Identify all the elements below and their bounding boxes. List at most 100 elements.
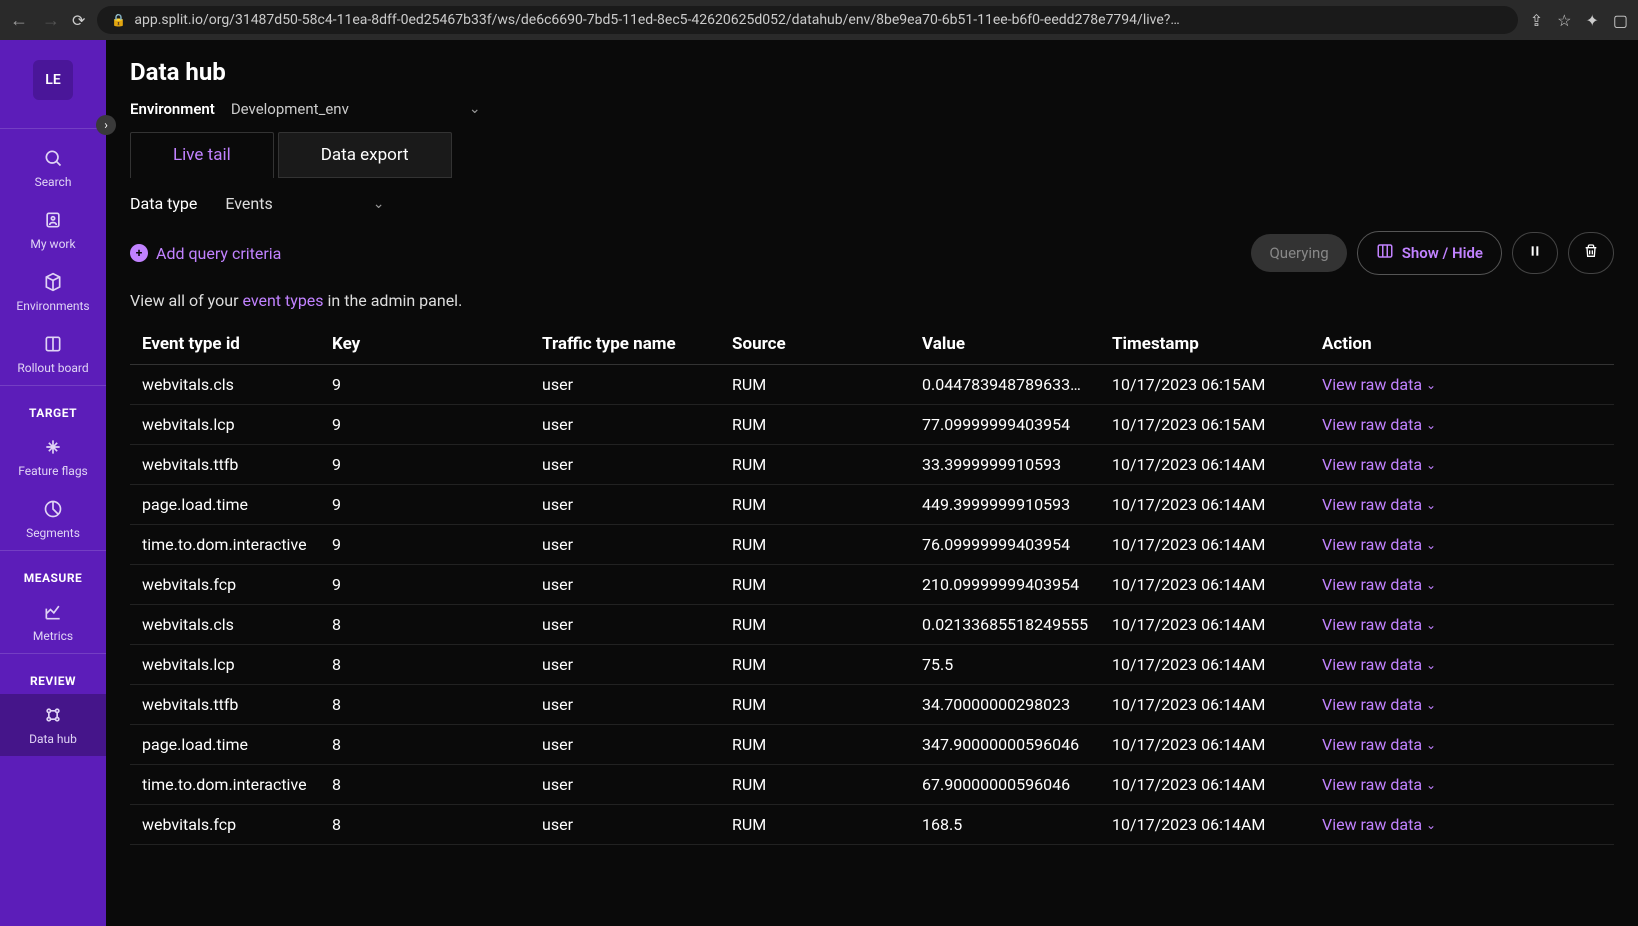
- cell-traffic: user: [542, 615, 732, 634]
- cell-value: 168.5: [922, 815, 1112, 834]
- extension-icon[interactable]: ✦: [1585, 11, 1598, 30]
- cell-event-type: webvitals.cls: [142, 375, 332, 394]
- cell-traffic: user: [542, 575, 732, 594]
- sidebar-item-label: Feature flags: [18, 464, 88, 478]
- pie-icon: [42, 498, 64, 520]
- cell-value: 33.3999999910593: [922, 455, 1112, 474]
- search-icon: [42, 147, 64, 169]
- sidebar-item-label: Environments: [16, 299, 89, 313]
- table-row: webvitals.ttfb 8 user RUM 34.70000000298…: [130, 685, 1614, 725]
- forward-button[interactable]: →: [42, 10, 60, 31]
- th-action: Action: [1322, 334, 1602, 354]
- sidebar-item-search[interactable]: Search: [0, 137, 106, 199]
- action-label: View raw data: [1322, 695, 1422, 714]
- sidebar: › LE Search My work Environments: [0, 40, 106, 926]
- window-icon[interactable]: ▢: [1613, 11, 1628, 30]
- pause-button[interactable]: [1512, 232, 1558, 274]
- chevron-down-icon: ⌄: [1426, 458, 1436, 472]
- sidebar-item-metrics[interactable]: Metrics: [0, 591, 106, 653]
- action-label: View raw data: [1322, 735, 1422, 754]
- cell-value: 0.044783948789633…: [922, 375, 1112, 394]
- sidebar-item-label: Metrics: [33, 629, 73, 643]
- sidebar-item-label: Search: [35, 175, 72, 189]
- clear-button[interactable]: [1568, 232, 1614, 274]
- sidebar-item-environments[interactable]: Environments: [0, 261, 106, 323]
- cell-event-type: webvitals.cls: [142, 615, 332, 634]
- view-raw-data-link[interactable]: View raw data ⌄: [1322, 815, 1602, 834]
- show-hide-button[interactable]: Show / Hide: [1357, 231, 1502, 275]
- cell-timestamp: 10/17/2023 06:14AM: [1112, 535, 1322, 554]
- sidebar-section-review: REVIEW: [30, 662, 76, 694]
- table-header-row: Event type id Key Traffic type name Sour…: [130, 324, 1614, 365]
- sidebar-item-flags[interactable]: Feature flags: [0, 426, 106, 488]
- browser-chrome: ← → ⟳ 🔒 app.split.io/org/31487d50-58c4-1…: [0, 0, 1638, 40]
- board-icon: [42, 333, 64, 355]
- sidebar-item-label: My work: [30, 237, 75, 251]
- cell-event-type: time.to.dom.interactive: [142, 535, 332, 554]
- environment-value: Development_env: [231, 100, 349, 118]
- cell-value: 67.90000000596046: [922, 775, 1112, 794]
- tab-data-export[interactable]: Data export: [278, 132, 452, 178]
- action-label: View raw data: [1322, 535, 1422, 554]
- divider: [0, 550, 106, 551]
- cell-key: 8: [332, 735, 542, 754]
- action-label: View raw data: [1322, 375, 1422, 394]
- org-badge[interactable]: LE: [33, 60, 73, 100]
- back-button[interactable]: ←: [10, 10, 28, 31]
- cell-source: RUM: [732, 695, 922, 714]
- url-bar[interactable]: 🔒 app.split.io/org/31487d50-58c4-11ea-8d…: [97, 6, 1517, 34]
- event-types-link[interactable]: event types: [242, 291, 323, 310]
- action-label: View raw data: [1322, 575, 1422, 594]
- cell-key: 9: [332, 375, 542, 394]
- add-criteria-button[interactable]: + Add query criteria: [130, 244, 281, 263]
- page-title: Data hub: [130, 58, 1614, 86]
- view-raw-data-link[interactable]: View raw data ⌄: [1322, 375, 1602, 394]
- datatype-select[interactable]: Events ⌄: [225, 194, 384, 213]
- view-raw-data-link[interactable]: View raw data ⌄: [1322, 655, 1602, 674]
- cell-timestamp: 10/17/2023 06:14AM: [1112, 815, 1322, 834]
- cell-key: 9: [332, 575, 542, 594]
- sidebar-item-segments[interactable]: Segments: [0, 488, 106, 550]
- cell-value: 449.3999999910593: [922, 495, 1112, 514]
- tab-live-tail[interactable]: Live tail: [130, 132, 274, 178]
- view-raw-data-link[interactable]: View raw data ⌄: [1322, 455, 1602, 474]
- cell-traffic: user: [542, 735, 732, 754]
- cell-event-type: webvitals.lcp: [142, 415, 332, 434]
- cell-source: RUM: [732, 535, 922, 554]
- view-raw-data-link[interactable]: View raw data ⌄: [1322, 695, 1602, 714]
- cell-event-type: time.to.dom.interactive: [142, 775, 332, 794]
- sidebar-expand-button[interactable]: ›: [96, 115, 116, 135]
- divider: [0, 385, 106, 386]
- helper-text: View all of your event types in the admi…: [130, 291, 1614, 310]
- sidebar-item-datahub[interactable]: Data hub: [0, 694, 106, 756]
- flag-icon: [42, 436, 64, 458]
- columns-icon: [1376, 242, 1394, 264]
- plus-icon: +: [130, 244, 148, 262]
- view-raw-data-link[interactable]: View raw data ⌄: [1322, 495, 1602, 514]
- view-raw-data-link[interactable]: View raw data ⌄: [1322, 575, 1602, 594]
- cell-key: 8: [332, 695, 542, 714]
- divider: [0, 653, 106, 654]
- reload-button[interactable]: ⟳: [72, 11, 85, 30]
- action-label: View raw data: [1322, 455, 1422, 474]
- view-raw-data-link[interactable]: View raw data ⌄: [1322, 415, 1602, 434]
- view-raw-data-link[interactable]: View raw data ⌄: [1322, 535, 1602, 554]
- view-raw-data-link[interactable]: View raw data ⌄: [1322, 615, 1602, 634]
- chevron-down-icon: ⌄: [1426, 618, 1436, 632]
- star-icon[interactable]: ☆: [1557, 11, 1571, 30]
- query-toolbar: + Add query criteria Querying Show / Hid…: [130, 231, 1614, 275]
- share-icon[interactable]: ⇪: [1530, 11, 1543, 30]
- view-raw-data-link[interactable]: View raw data ⌄: [1322, 775, 1602, 794]
- action-label: View raw data: [1322, 615, 1422, 634]
- cell-traffic: user: [542, 815, 732, 834]
- sidebar-item-rollout[interactable]: Rollout board: [0, 323, 106, 385]
- datatype-value: Events: [225, 194, 272, 213]
- table-row: webvitals.fcp 8 user RUM 168.5 10/17/202…: [130, 805, 1614, 845]
- environment-select[interactable]: Development_env ⌄: [231, 100, 481, 118]
- view-raw-data-link[interactable]: View raw data ⌄: [1322, 735, 1602, 754]
- tabs: Live tail Data export: [130, 132, 1614, 178]
- cell-source: RUM: [732, 615, 922, 634]
- sidebar-item-mywork[interactable]: My work: [0, 199, 106, 261]
- th-value: Value: [922, 334, 1112, 354]
- cell-key: 8: [332, 815, 542, 834]
